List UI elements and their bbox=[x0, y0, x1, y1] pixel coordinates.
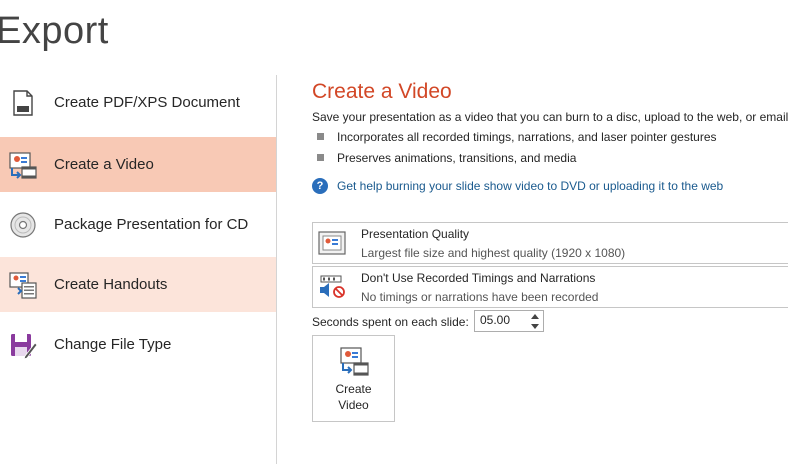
increment-button[interactable] bbox=[527, 311, 543, 321]
handouts-icon bbox=[9, 272, 37, 299]
sidebar-item-change-file-type[interactable]: Change File Type bbox=[0, 317, 276, 372]
recorded-timings-dropdown[interactable]: Don't Use Recorded Timings and Narration… bbox=[312, 266, 788, 308]
narration-timing-icon bbox=[320, 275, 345, 298]
page-title: Export bbox=[0, 10, 109, 52]
create-video-button[interactable]: Create Video bbox=[312, 335, 395, 422]
cd-icon bbox=[10, 212, 36, 238]
bullet-text: Incorporates all recorded timings, narra… bbox=[337, 130, 717, 144]
stepper-arrows bbox=[527, 311, 543, 331]
button-label-line: Create bbox=[335, 382, 372, 396]
sidebar-item-create-video[interactable]: Create a Video bbox=[0, 137, 276, 192]
chevron-down-icon bbox=[531, 323, 539, 329]
button-label-line: Video bbox=[338, 398, 369, 412]
section-description: Save your presentation as a video that y… bbox=[312, 110, 788, 124]
sidebar-item-package-cd[interactable]: Package Presentation for CD bbox=[0, 197, 276, 252]
section-title: Create a Video bbox=[312, 80, 452, 103]
seconds-per-slide-label: Seconds spent on each slide: bbox=[312, 315, 469, 329]
dropdown-subtitle: No timings or narrations have been recor… bbox=[361, 290, 599, 304]
seconds-per-slide-input[interactable] bbox=[475, 311, 524, 329]
bullet-icon bbox=[317, 154, 324, 161]
sidebar-item-label: Create PDF/XPS Document bbox=[54, 94, 240, 111]
pdf-document-icon bbox=[13, 90, 33, 116]
seconds-per-slide-stepper[interactable] bbox=[474, 310, 544, 332]
sidebar-item-label: Change File Type bbox=[54, 336, 172, 353]
help-link-text: Get help burning your slide show video t… bbox=[337, 179, 724, 193]
list-item: Incorporates all recorded timings, narra… bbox=[317, 130, 717, 144]
decrement-button[interactable] bbox=[527, 321, 543, 331]
video-icon bbox=[9, 152, 37, 179]
help-icon: ? bbox=[312, 178, 328, 194]
presentation-quality-icon bbox=[318, 231, 346, 255]
list-item: Preserves animations, transitions, and m… bbox=[317, 151, 576, 165]
dropdown-title: Don't Use Recorded Timings and Narration… bbox=[361, 271, 596, 285]
dropdown-title: Presentation Quality bbox=[361, 227, 470, 241]
help-link[interactable]: ? Get help burning your slide show video… bbox=[312, 178, 723, 194]
create-video-icon bbox=[340, 347, 369, 376]
bullet-text: Preserves animations, transitions, and m… bbox=[337, 151, 577, 165]
save-as-icon bbox=[11, 334, 38, 360]
sidebar-item-label: Create Handouts bbox=[54, 276, 168, 293]
dropdown-subtitle: Largest file size and highest quality (1… bbox=[361, 246, 626, 260]
sidebar-item-label: Create a Video bbox=[54, 156, 154, 173]
presentation-quality-dropdown[interactable]: Presentation Quality Largest file size a… bbox=[312, 222, 788, 264]
panel-divider bbox=[276, 75, 277, 464]
chevron-up-icon bbox=[531, 313, 539, 319]
sidebar-item-create-pdf-xps[interactable]: Create PDF/XPS Document bbox=[0, 75, 276, 130]
sidebar-item-label: Package Presentation for CD bbox=[54, 216, 249, 233]
sidebar-item-create-handouts[interactable]: Create Handouts bbox=[0, 257, 276, 312]
create-video-button-label: Create Video bbox=[313, 381, 394, 413]
bullet-icon bbox=[317, 133, 324, 140]
